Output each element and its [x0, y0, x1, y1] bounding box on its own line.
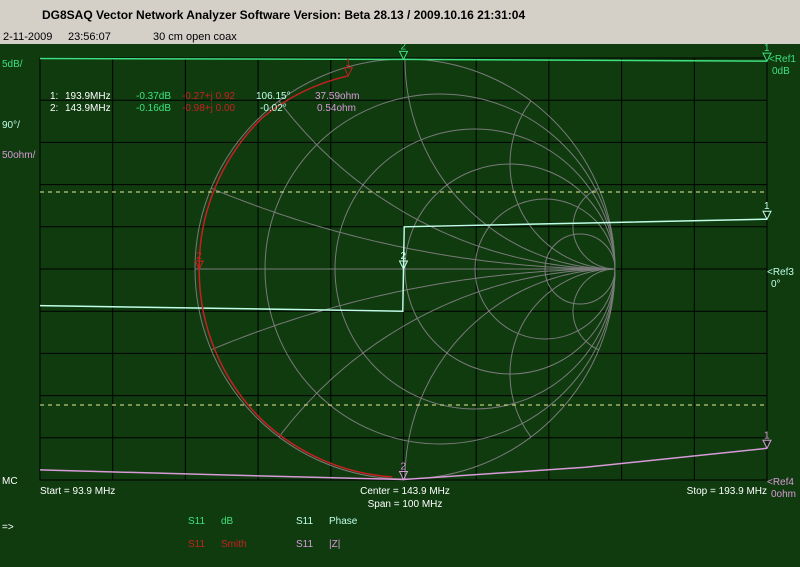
start-freq-label: Start = 93.9 MHz [40, 486, 115, 497]
reactance-arc [572, 268, 615, 351]
title-bar: DG8SAQ Vector Network Analyzer Software … [0, 0, 800, 30]
ref1-label[interactable]: <Ref1 [769, 54, 796, 65]
ref1-value: 0dB [772, 66, 790, 77]
info-line: 2-11-2009 23:56:07 30 cm open coax [0, 30, 800, 44]
marker-number: 2 [196, 251, 202, 262]
plot-area[interactable]: 1 2 1 2 1 2 1 2 5dB/ 90°/ 50ohm/ MC => <Ref1 0d… [0, 44, 800, 567]
marker-phase: 106.15° [256, 91, 291, 102]
plot-svg: 1 2 1 2 1 2 1 2 5dB/ 90°/ 50ohm/ MC => <Ref1 0d… [2, 44, 796, 550]
ref4-label[interactable]: <Ref4 [767, 477, 794, 488]
db-scale-label: 5dB/ [2, 59, 23, 70]
marker-number: 2 [401, 44, 407, 52]
legend-s11-z[interactable]: S11 |Z| [296, 539, 340, 550]
marker-id: 1: [50, 91, 58, 102]
svg-text:S11: S11 [296, 539, 313, 550]
date-label: 2-11-2009 [3, 31, 53, 43]
svg-text:dB: dB [221, 516, 234, 527]
mc-label: MC [2, 476, 18, 487]
legend-s11-db[interactable]: S11 dB [188, 516, 234, 527]
marker-number: 1 [764, 44, 770, 54]
marker-id: 2: [50, 103, 58, 114]
stop-freq-label: Stop = 193.9 MHz [687, 486, 767, 497]
ref4-value: 0ohm [771, 489, 796, 500]
marker-z: 37.59ohm [315, 91, 359, 102]
app-title: DG8SAQ Vector Network Analyzer Software … [42, 8, 526, 22]
ref3-value: 0° [771, 279, 781, 290]
svg-text:S11: S11 [188, 539, 205, 550]
marker-number: 2 [401, 462, 407, 473]
marker-number: 1 [345, 58, 351, 69]
svg-text:S11: S11 [188, 516, 205, 527]
trace-s11-phase [39, 218, 768, 312]
center-freq-label: Center = 143.9 MHz [360, 486, 450, 497]
marker-readout-2: 2: 143.9MHz -0.16dB -0.98+j 0.00 -0.02° … [50, 103, 356, 114]
svg-text:|Z|: |Z| [329, 539, 340, 550]
reactance-arc [572, 187, 615, 270]
legend-s11-phase[interactable]: S11 Phase [296, 516, 358, 527]
phase-scale-label: 90°/ [2, 120, 20, 131]
marker-smith: -0.98+j 0.00 [182, 103, 236, 114]
marker-triangle [343, 67, 354, 77]
svg-text:Smith: Smith [221, 539, 247, 550]
time-label: 23:56:07 [68, 31, 111, 43]
marker-number: 1 [764, 430, 770, 441]
svg-text:S11: S11 [296, 516, 313, 527]
marker-smith: -0.27+j 0.92 [182, 91, 236, 102]
marker-phase: -0.02° [260, 103, 287, 114]
measurement-note: 30 cm open coax [153, 31, 237, 43]
ref3-label[interactable]: <Ref3 [767, 267, 794, 278]
svg-text:Phase: Phase [329, 516, 358, 527]
z-scale-label: 50ohm/ [2, 150, 36, 161]
marker-freq: 143.9MHz [65, 103, 111, 114]
marker-db: -0.16dB [136, 103, 171, 114]
span-label: Span = 100 MHz [368, 499, 443, 510]
marker-number: 2 [401, 251, 407, 262]
marker-z: 0.54ohm [317, 103, 356, 114]
arrow-indicator[interactable]: => [2, 522, 14, 533]
vna-window: DG8SAQ Vector Network Analyzer Software … [0, 0, 800, 567]
marker-freq: 193.9MHz [65, 91, 111, 102]
marker-db: -0.37dB [136, 91, 171, 102]
marker-number: 1 [764, 201, 770, 212]
legend-s11-smith[interactable]: S11 Smith [188, 539, 247, 550]
